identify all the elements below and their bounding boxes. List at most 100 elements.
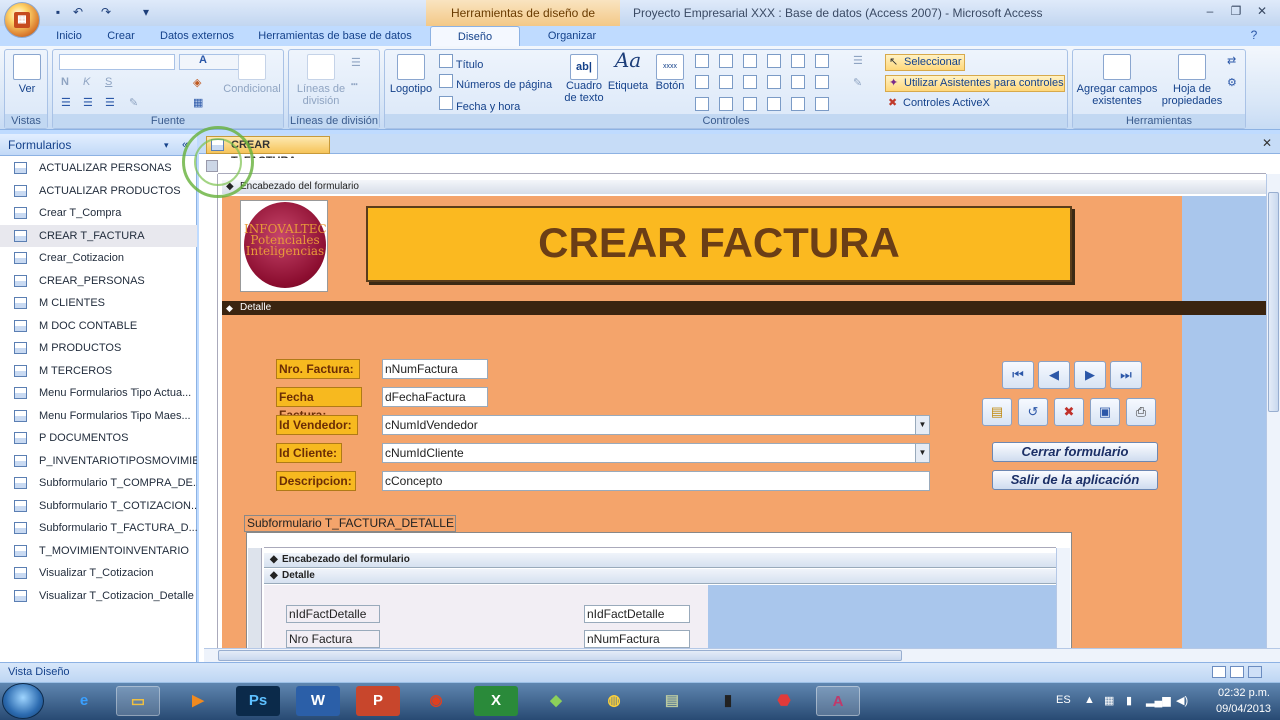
cuadro-texto-button[interactable]: ab| Cuadro de texto [561, 54, 607, 104]
subform-header-section-bar[interactable]: ◆ Encabezado del formulario [264, 553, 1056, 568]
next-record-button[interactable]: ▶ [1074, 361, 1106, 389]
agregar-campos-button[interactable]: Agregar campos existentes [1075, 54, 1159, 107]
label-id-cliente[interactable]: Id Cliente: [276, 443, 342, 463]
lineas-division-button[interactable]: Líneas de división [293, 54, 349, 107]
app-icon[interactable]: ▤ [650, 686, 694, 716]
line-type-icon[interactable]: ┅ [351, 78, 358, 91]
restore-icon[interactable]: ❐ [1226, 4, 1246, 20]
align-left-icon[interactable]: ☰ [61, 96, 71, 109]
close-document-icon[interactable]: ✕ [1262, 136, 1272, 150]
subform-detail-section-bar[interactable]: ◆ Detalle [264, 569, 1056, 584]
checkbox-icon[interactable] [743, 75, 757, 90]
nav-item[interactable]: Menu Formularios Tipo Actua... [0, 382, 197, 405]
last-record-button[interactable]: ⏭ [1110, 361, 1142, 389]
powerpoint-icon[interactable]: P [356, 686, 400, 716]
nav-item[interactable]: M DOC CONTABLE [0, 315, 197, 338]
tray-expand-icon[interactable]: ▲ [1084, 694, 1095, 706]
new-record-button[interactable]: ▤ [982, 398, 1012, 426]
chrome-icon[interactable]: ◍ [592, 686, 636, 716]
nav-item[interactable]: P_INVENTARIOTIPOSMOVIMIE... [0, 450, 197, 473]
italic-icon[interactable]: K [83, 76, 90, 88]
subform-label-nro-factura[interactable]: Nro Factura [286, 630, 380, 648]
field-id-vendedor[interactable]: cNumIdVendedor ▼ [382, 415, 930, 435]
subform-label[interactable]: Subformulario T_FACTURA_DETALLE [244, 515, 456, 532]
underline-icon[interactable]: S [105, 76, 112, 88]
subform-icon[interactable] [791, 54, 805, 68]
fecha-hora-button[interactable]: Fecha y hora [439, 96, 520, 113]
nav-item[interactable]: Subformulario T_FACTURA_D... [0, 517, 197, 540]
tab-herramientas-bd[interactable]: Herramientas de base de datos [252, 26, 418, 46]
chevron-down-icon[interactable]: ▼ [915, 444, 929, 462]
asistentes-button[interactable]: ✦ Utilizar Asistentes para controles [885, 75, 1065, 92]
nav-item[interactable]: M PRODUCTOS [0, 337, 197, 360]
chart-icon[interactable] [767, 54, 781, 68]
hyperlink-icon[interactable] [767, 96, 781, 111]
volume-icon[interactable]: ◀) [1176, 694, 1188, 707]
nav-item[interactable]: P DOCUMENTOS [0, 427, 197, 450]
nav-header[interactable]: Formularios ▾ « [0, 134, 197, 156]
page-break-icon[interactable] [767, 75, 781, 90]
subform-label-id-detalle[interactable]: nIdFactDetalle [286, 605, 380, 623]
fill-color-icon[interactable]: ◈ [193, 76, 201, 89]
salir-aplicacion-button[interactable]: Salir de la aplicación [992, 470, 1158, 490]
save-icon[interactable]: ▪ [50, 4, 66, 20]
detail-section-bar[interactable]: ◆ Detalle [222, 301, 1266, 315]
subform-scrollbar[interactable] [1056, 548, 1070, 648]
more-controls-icon[interactable] [815, 96, 829, 111]
format-painter-icon[interactable]: ✎ [129, 96, 138, 109]
chevron-down-icon[interactable]: ▼ [915, 416, 929, 434]
nav-item[interactable]: Crear_Cotizacion [0, 247, 197, 270]
nav-item[interactable]: CREAR_PERSONAS [0, 270, 197, 293]
option-button-icon[interactable] [719, 96, 733, 111]
language-indicator[interactable]: ES [1056, 694, 1071, 706]
design-view-icon[interactable] [1248, 666, 1262, 678]
nav-item[interactable]: ACTUALIZAR PRODUCTOS [0, 180, 197, 203]
ver-button[interactable]: Ver [11, 54, 43, 95]
explorer-icon[interactable]: ▭ [116, 686, 160, 716]
borders-icon[interactable]: ▦ [193, 96, 203, 109]
layout-view-icon[interactable] [1230, 666, 1244, 678]
rectangle-icon[interactable] [719, 75, 733, 90]
tab-inicio[interactable]: Inicio [46, 26, 92, 46]
undo-record-button[interactable]: ↺ [1018, 398, 1048, 426]
line-width-icon[interactable]: ☰ [351, 56, 361, 69]
hoja-propiedades-button[interactable]: Hoja de propiedades [1159, 54, 1225, 107]
nav-item[interactable]: Menu Formularios Tipo Maes... [0, 405, 197, 428]
etiqueta-button[interactable]: Aa Etiqueta [607, 50, 649, 92]
stop-icon[interactable]: ⬣ [762, 686, 806, 716]
tab-control-icon[interactable] [695, 54, 709, 68]
condicional-button[interactable]: Condicional [221, 54, 283, 95]
toggle-icon[interactable] [743, 54, 757, 68]
minimize-icon[interactable]: – [1200, 4, 1220, 20]
camera-icon[interactable]: ▮ [706, 686, 750, 716]
signal-icon[interactable]: ▂▄▆ [1146, 694, 1171, 707]
titulo-button[interactable]: Título [439, 54, 483, 71]
option-group-icon[interactable] [695, 75, 709, 90]
list-icon[interactable] [815, 75, 829, 90]
nav-item[interactable]: Crear T_Compra [0, 202, 197, 225]
seleccionar-button[interactable]: ↖ Seleccionar [885, 54, 965, 71]
media-player-icon[interactable]: ▶ [176, 686, 220, 716]
office-button[interactable]: ▦ [4, 2, 40, 38]
photoshop-icon[interactable]: Ps [236, 686, 280, 716]
qat-customize-icon[interactable]: ▾ [138, 4, 154, 20]
tab-datos-externos[interactable]: Datos externos [152, 26, 242, 46]
tab-order-icon[interactable]: ⇄ [1227, 54, 1236, 67]
unbound-object-icon[interactable] [743, 96, 757, 111]
field-id-cliente[interactable]: cNumIdCliente ▼ [382, 443, 930, 463]
bold-icon[interactable]: N [61, 76, 69, 88]
previous-record-button[interactable]: ◀ [1038, 361, 1070, 389]
tab-organizar[interactable]: Organizar [534, 26, 610, 46]
cerrar-formulario-button[interactable]: Cerrar formulario [992, 442, 1158, 462]
nav-item[interactable]: Subformulario T_COMPRA_DE... [0, 472, 197, 495]
font-color-icon[interactable]: A [193, 54, 213, 70]
image-icon[interactable] [791, 75, 805, 90]
label-descripcion[interactable]: Descripcion: [276, 471, 356, 491]
company-logo[interactable]: INFOVALTEC Potenciales Inteligencias [244, 202, 327, 288]
save-record-button[interactable]: ▣ [1090, 398, 1120, 426]
network-icon[interactable]: ▦ [1104, 694, 1114, 707]
close-icon[interactable]: ✕ [1252, 4, 1272, 20]
tab-crear[interactable]: Crear [98, 26, 144, 46]
ie-icon[interactable]: e [62, 686, 106, 716]
vertical-scrollbar[interactable] [1266, 174, 1280, 650]
